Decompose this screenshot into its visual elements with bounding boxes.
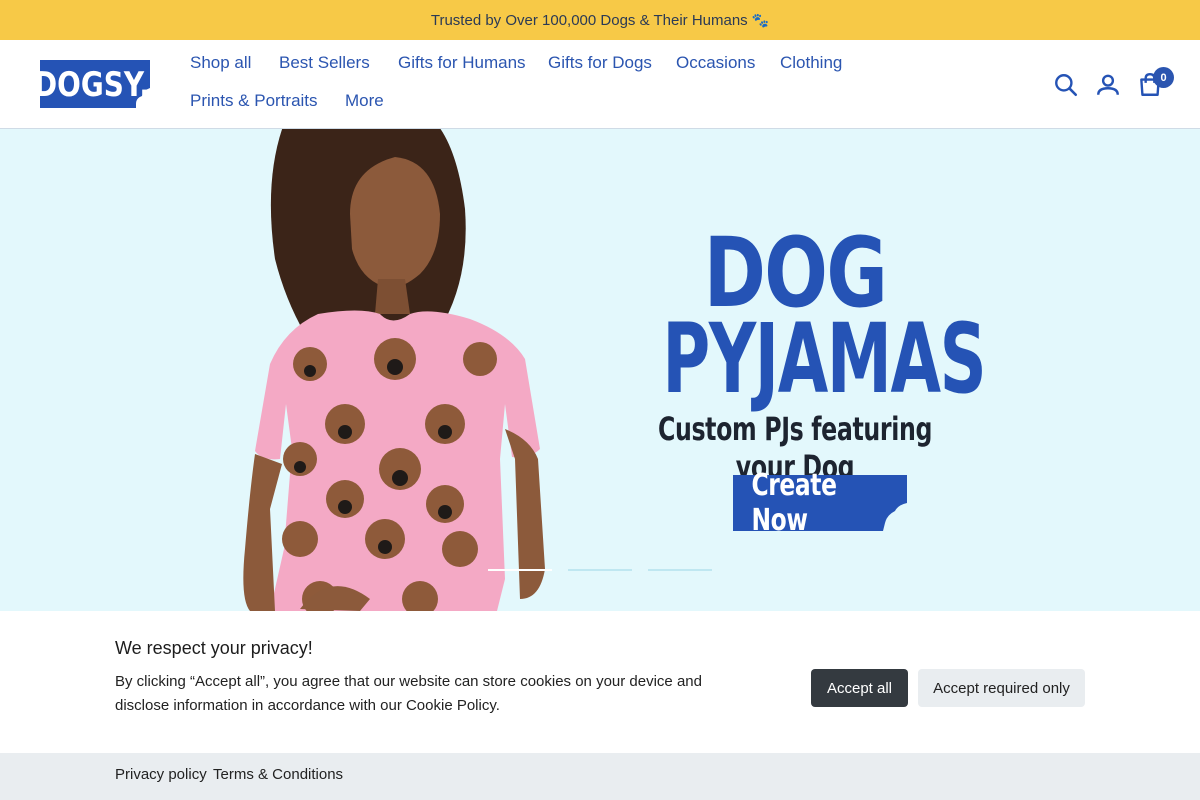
terms-link[interactable]: Terms & Conditions [213, 766, 343, 783]
site-header: DOGSY. Shop all Best Sellers Gifts for H… [0, 40, 1200, 129]
accept-required-button[interactable]: Accept required only [918, 669, 1085, 707]
nav-prints-portraits[interactable]: Prints & Portraits [190, 91, 318, 111]
hero-model-image [243, 129, 545, 611]
nav-best-sellers[interactable]: Best Sellers [279, 53, 370, 73]
cart-count-badge: 0 [1153, 67, 1174, 88]
nav-gifts-for-humans[interactable]: Gifts for Humans [398, 53, 526, 73]
dogsy-logo[interactable]: DOGSY. [40, 60, 150, 108]
privacy-policy-link[interactable]: Privacy policy [115, 766, 207, 783]
accept-all-button[interactable]: Accept all [811, 669, 908, 707]
nav-clothing[interactable]: Clothing [780, 53, 842, 73]
consent-text: By clicking “Accept all”, you agree that… [115, 673, 702, 714]
nav-shop-all[interactable]: Shop all [190, 53, 251, 73]
cookie-consent-banner: We respect your privacy! By clicking “Ac… [0, 611, 1200, 753]
consent-footer: Privacy policy Terms & Conditions [0, 753, 1200, 800]
hero-banner[interactable]: DOG PYJAMAS Custom PJs featuring your Do… [0, 129, 1200, 611]
logo-text: DOGSY. [40, 65, 150, 104]
hero-title-line2: PYJAMAS [662, 303, 986, 415]
slide-dot-2[interactable] [568, 569, 632, 571]
slide-dot-1[interactable] [488, 569, 552, 571]
slide-dot-3[interactable] [648, 569, 712, 571]
announcement-bar: Trusted by Over 100,000 Dogs & Their Hum… [0, 0, 1200, 40]
consent-title: We respect your privacy! [115, 638, 313, 658]
account-icon[interactable] [1095, 72, 1121, 98]
nav-gifts-for-dogs[interactable]: Gifts for Dogs [548, 53, 652, 73]
search-icon[interactable] [1053, 72, 1079, 98]
announcement-text: Trusted by Over 100,000 Dogs & Their Hum… [430, 11, 748, 29]
nav-more[interactable]: More [345, 91, 384, 111]
nav-occasions[interactable]: Occasions [676, 53, 755, 73]
create-now-button[interactable] [733, 475, 907, 531]
paw-icon: 🐾 [751, 11, 770, 28]
